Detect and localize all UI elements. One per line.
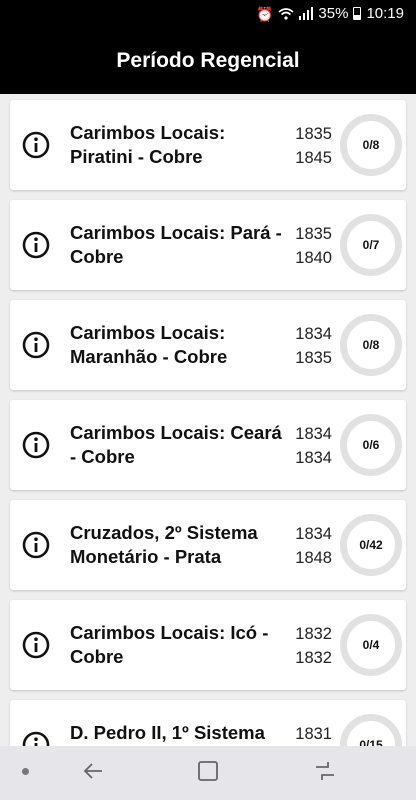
list-item[interactable]: Carimbos Locais: Piratini - Cobre 1835 18… [10, 100, 406, 190]
year-start: 1834 [295, 525, 332, 543]
item-title: Cruzados, 2º Sistema Monetário - Prata [70, 522, 258, 567]
item-years: 1831 [288, 722, 332, 746]
progress-count: 0/8 [362, 138, 380, 152]
progress-ring: 0/6 [340, 414, 402, 476]
keyboard-toggle-dot[interactable] [22, 768, 29, 775]
info-circle-icon[interactable] [22, 531, 50, 559]
progress-count: 0/7 [362, 238, 380, 252]
progress-ring: 0/42 [340, 514, 402, 576]
list-item[interactable]: Cruzados, 2º Sistema Monetário - Prata 1… [10, 500, 406, 590]
clock: 10:19 [366, 5, 404, 22]
item-years: 1835 1845 [288, 122, 332, 170]
signal-icon [299, 7, 314, 20]
year-end: 1845 [295, 149, 332, 167]
home-square-icon[interactable] [197, 760, 219, 782]
item-title: D. Pedro II, 1º Sistema [70, 722, 265, 743]
progress-ring: 0/8 [340, 314, 402, 376]
info-circle-icon[interactable] [22, 231, 50, 259]
year-end: 1834 [295, 449, 332, 467]
year-end: 1848 [295, 549, 332, 567]
list-item[interactable]: D. Pedro II, 1º Sistema 1831 0/15 [10, 700, 406, 746]
info-circle-icon[interactable] [22, 431, 50, 459]
page-title: Período Regencial [116, 49, 300, 72]
item-years: 1834 1834 [288, 422, 332, 470]
info-circle-icon[interactable] [22, 731, 50, 746]
info-circle-icon[interactable] [22, 631, 50, 659]
progress-count: 0/8 [362, 338, 380, 352]
list-item[interactable]: Carimbos Locais: Icó - Cobre 1832 1832 0/… [10, 600, 406, 690]
year-start: 1835 [295, 225, 332, 243]
year-start: 1831 [295, 725, 332, 743]
battery-percent: 35% [318, 5, 349, 22]
status-icons: ⏰ 35% 10:19 [256, 5, 404, 22]
recents-icon[interactable] [313, 760, 337, 782]
progress-ring: 0/8 [340, 114, 402, 176]
year-start: 1835 [295, 125, 332, 143]
progress-ring: 0/4 [340, 614, 402, 676]
year-start: 1834 [295, 325, 332, 343]
back-arrow-icon[interactable] [82, 760, 104, 782]
status-bar: ⏰ 35% 10:19 [0, 0, 416, 28]
item-years: 1832 1832 [288, 622, 332, 670]
item-title: Carimbos Locais: Pará - Cobre [70, 222, 282, 267]
collection-list[interactable]: Carimbos Locais: Piratini - Cobre 1835 18… [0, 94, 416, 746]
item-title: Carimbos Locais: Piratini - Cobre [70, 122, 226, 167]
year-end: 1840 [295, 249, 332, 267]
list-item[interactable]: Carimbos Locais: Maranhão - Cobre 1834 18… [10, 300, 406, 390]
item-title: Carimbos Locais: Maranhão - Cobre [70, 322, 228, 367]
year-end: 1835 [295, 349, 332, 367]
year-start: 1834 [295, 425, 332, 443]
year-start: 1832 [295, 625, 332, 643]
app-bar: Período Regencial [0, 28, 416, 94]
item-title: Carimbos Locais: Icó - Cobre [70, 622, 269, 667]
progress-ring: 0/15 [340, 714, 402, 746]
progress-count: 0/42 [359, 538, 383, 552]
year-end: 1832 [295, 649, 332, 667]
alarm-icon: ⏰ [255, 5, 274, 22]
info-circle-icon[interactable] [22, 331, 50, 359]
item-title: Carimbos Locais: Ceará - Cobre [70, 422, 282, 467]
progress-ring: 0/7 [340, 214, 402, 276]
navigation-bar [0, 746, 416, 800]
info-circle-icon[interactable] [22, 131, 50, 159]
progress-count: 0/4 [362, 638, 380, 652]
progress-count: 0/15 [359, 738, 383, 746]
wifi-icon [278, 7, 294, 20]
battery-icon [353, 7, 362, 20]
list-item[interactable]: Carimbos Locais: Pará - Cobre 1835 1840 0… [10, 200, 406, 290]
item-years: 1834 1848 [288, 522, 332, 570]
progress-count: 0/6 [362, 438, 380, 452]
item-years: 1834 1835 [288, 322, 332, 370]
list-item[interactable]: Carimbos Locais: Ceará - Cobre 1834 1834 … [10, 400, 406, 490]
item-years: 1835 1840 [288, 222, 332, 270]
